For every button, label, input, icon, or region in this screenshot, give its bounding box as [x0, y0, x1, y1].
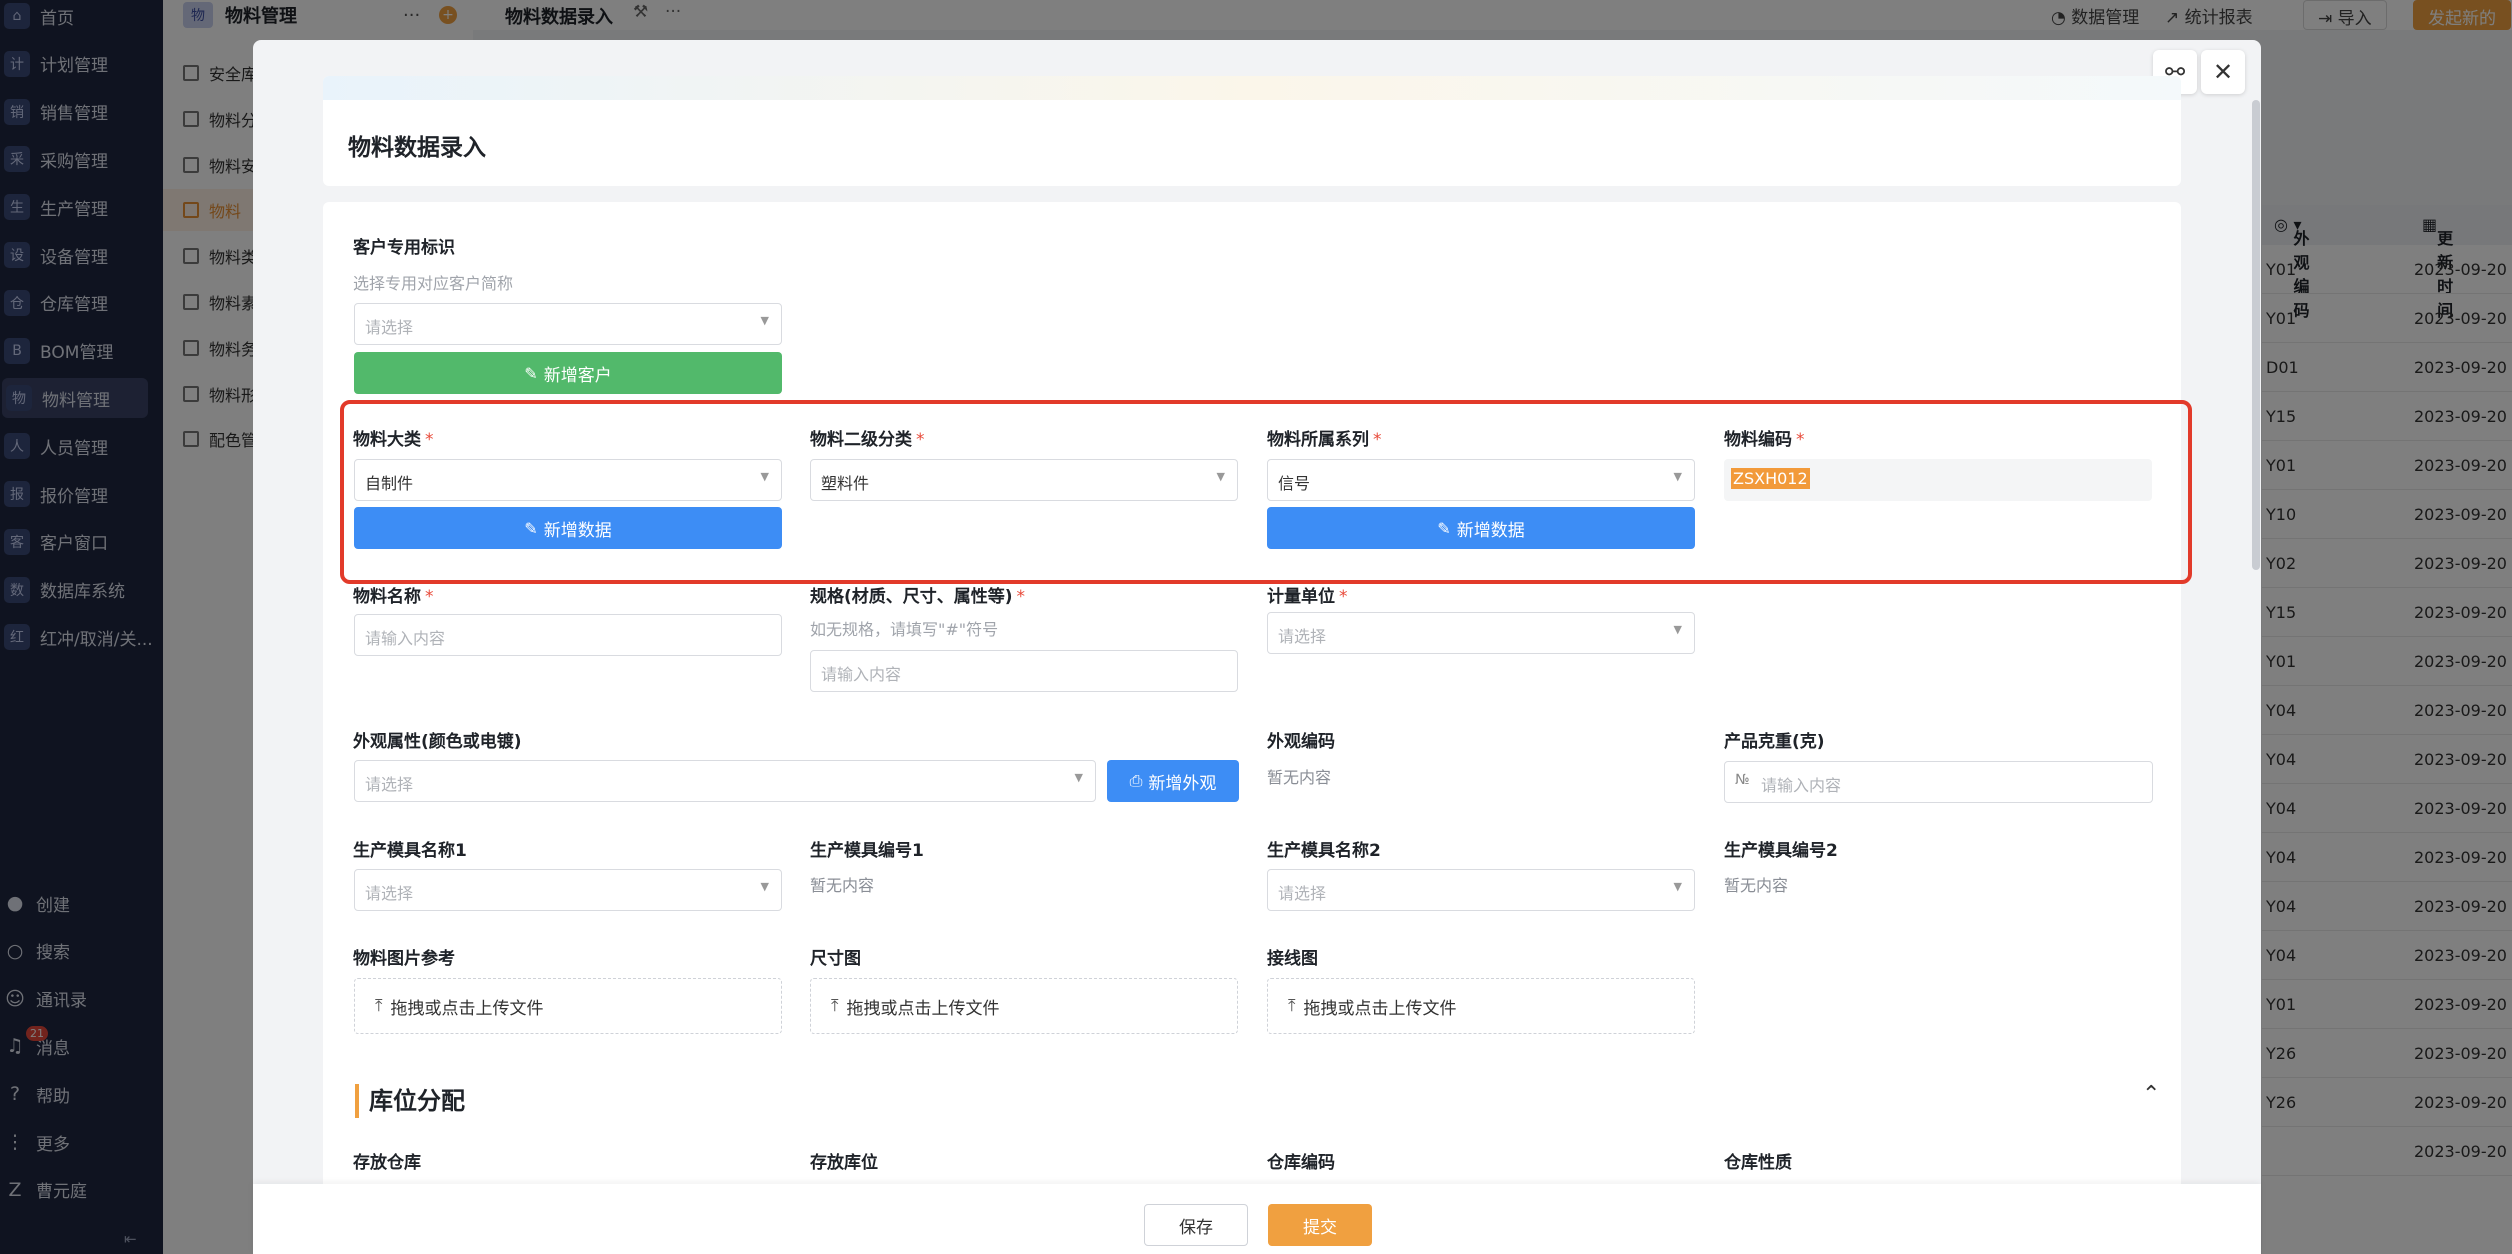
print-icon: ⎙ — [1129, 771, 1143, 790]
appearance-label: 外观属性(颜色或电镀) — [353, 732, 522, 752]
image-ref-label: 物料图片参考 — [353, 949, 455, 969]
caret-down-icon: ▼ — [760, 880, 769, 893]
add-appearance-button[interactable]: ⎙ 新增外观 — [1107, 760, 1239, 802]
modal-scrollbar[interactable] — [2252, 100, 2260, 570]
upload-icon: ⤒ — [375, 996, 383, 1016]
appearance-select[interactable]: 请选择 ▼ — [354, 760, 1096, 802]
modal-footer: 保存 提交 — [253, 1184, 2261, 1254]
modal-title: 物料数据录入 — [348, 135, 486, 161]
section-title: 库位分配 — [355, 1084, 465, 1118]
mold-name2-label: 生产模具名称2 — [1267, 841, 1381, 861]
unit-select[interactable]: 请选择 ▼ — [1267, 612, 1695, 654]
spec-input[interactable]: 请输入内容 — [810, 650, 1238, 692]
mold-no2-label: 生产模具编号2 — [1724, 841, 1838, 861]
number-icon: № — [1735, 772, 1750, 788]
upload-icon: ⤒ — [831, 996, 839, 1016]
caret-down-icon: ▼ — [1673, 623, 1682, 636]
name-input[interactable]: 请输入内容 — [354, 614, 782, 656]
highlight-annotation — [340, 400, 2192, 584]
mold-no1-label: 生产模具编号1 — [810, 841, 924, 861]
mold-name2-select[interactable]: 请选择 ▼ — [1267, 869, 1695, 911]
mold-no1-value: 暂无内容 — [810, 876, 875, 895]
upload-icon: ⤒ — [1288, 996, 1296, 1016]
name-label: 物料名称 * — [353, 587, 434, 607]
caret-down-icon: ▼ — [1673, 880, 1682, 893]
mold-name1-label: 生产模具名称1 — [353, 841, 467, 861]
spec-hint: 如无规格，请填写"#"符号 — [810, 620, 999, 639]
wiring-upload[interactable]: ⤒ 拖拽或点击上传文件 — [1267, 978, 1695, 1034]
wiring-label: 接线图 — [1267, 949, 1318, 969]
appearance-code-value: 暂无内容 — [1267, 768, 1332, 787]
add-customer-button[interactable]: ✎ 新增客户 — [354, 352, 782, 394]
dimension-upload[interactable]: ⤒ 拖拽或点击上传文件 — [810, 978, 1238, 1034]
submit-button[interactable]: 提交 — [1268, 1204, 1372, 1246]
weight-input[interactable]: № 请输入内容 — [1724, 761, 2153, 803]
close-icon[interactable]: ✕ — [2201, 50, 2245, 94]
warehouse-type-label: 仓库性质 — [1724, 1153, 1792, 1173]
customer-select[interactable]: 请选择 ▼ — [354, 303, 782, 345]
save-button[interactable]: 保存 — [1144, 1204, 1248, 1246]
title-card: 物料数据录入 — [323, 76, 2181, 186]
spec-label: 规格(材质、尺寸、属性等) * — [810, 587, 1026, 607]
mold-name1-select[interactable]: 请选择 ▼ — [354, 869, 782, 911]
caret-down-icon: ▼ — [760, 314, 769, 327]
appearance-code-label: 外观编码 — [1267, 732, 1335, 752]
customer-label: 客户专用标识 — [353, 238, 455, 258]
image-ref-upload[interactable]: ⤒ 拖拽或点击上传文件 — [354, 978, 782, 1034]
edit-icon: ✎ — [524, 363, 538, 383]
location-label: 存放库位 — [810, 1153, 878, 1173]
mold-no2-value: 暂无内容 — [1724, 876, 1789, 895]
caret-down-icon: ▼ — [1074, 771, 1083, 784]
customer-hint: 选择专用对应客户简称 — [353, 274, 514, 293]
warehouse-label: 存放仓库 — [353, 1153, 421, 1173]
warehouse-code-label: 仓库编码 — [1267, 1153, 1335, 1173]
chevron-up-icon[interactable]: ⌃ — [2142, 1082, 2160, 1107]
weight-label: 产品克重(克) — [1724, 732, 1825, 752]
dimension-label: 尺寸图 — [810, 949, 861, 969]
unit-label: 计量单位 * — [1267, 587, 1348, 607]
